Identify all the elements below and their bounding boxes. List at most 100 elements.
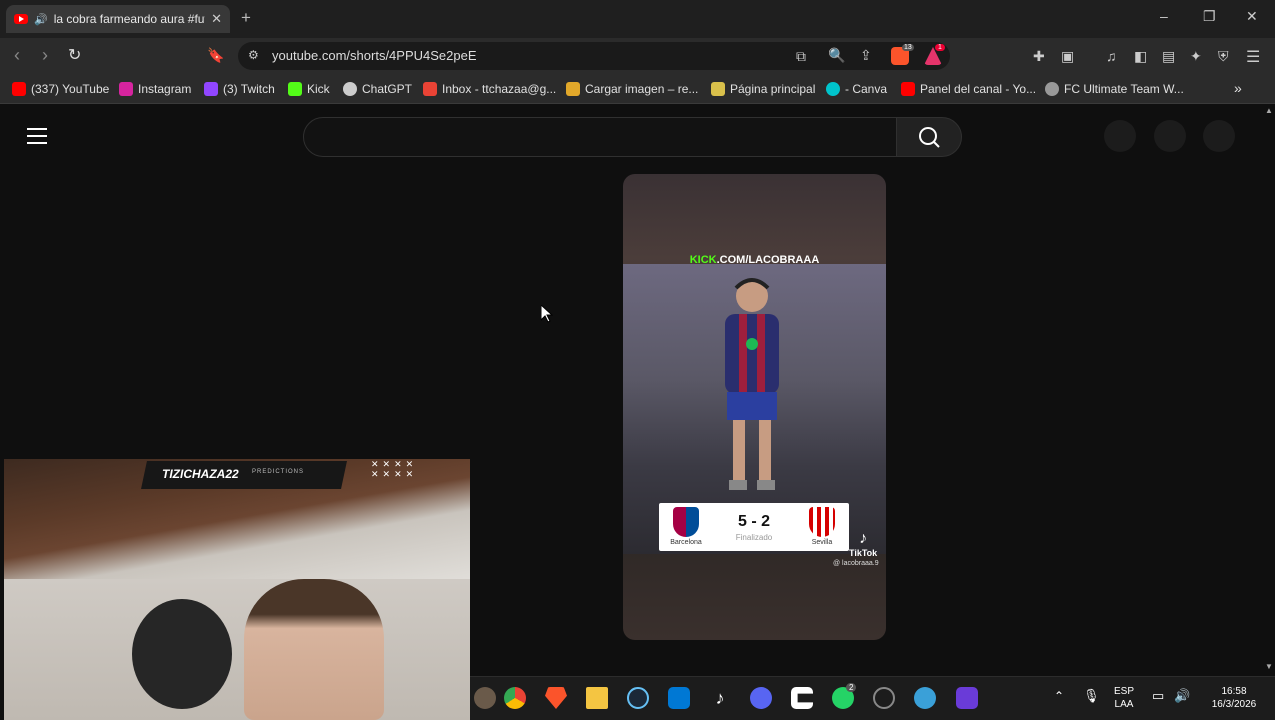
discord-icon[interactable] [750, 687, 772, 709]
store-icon[interactable] [668, 687, 690, 709]
music-icon[interactable]: ♫ [1106, 48, 1117, 64]
zoom-icon[interactable]: 🔍 [828, 47, 845, 64]
avatar[interactable] [1203, 120, 1235, 152]
microphone-icon [132, 599, 232, 709]
app-circle-icon[interactable] [873, 687, 895, 709]
microphone-tray-icon[interactable]: 🎙 [1083, 688, 1100, 704]
streamer-figure [725, 278, 779, 490]
volume-icon[interactable]: 🔊 [1174, 688, 1190, 704]
search-input[interactable] [303, 117, 897, 157]
bookmark-pagina-principal[interactable]: Página principal [711, 82, 815, 96]
youtube-icon [12, 82, 26, 96]
menu-hamburger-button[interactable] [27, 128, 47, 144]
clock[interactable]: 16:58 16/3/2026 [1205, 685, 1263, 711]
kick-icon [288, 82, 302, 96]
brave-shields-count: 13 [902, 44, 914, 51]
browser-globe-icon[interactable] [914, 687, 936, 709]
app-icon[interactable] [474, 687, 496, 709]
tiktok-icon: ♪ [859, 530, 868, 547]
bookmark-cargar-imagen[interactable]: Cargar imagen – re... [566, 82, 698, 96]
gmail-icon [423, 82, 437, 96]
mouse-cursor-icon [541, 305, 553, 323]
tab-active[interactable]: 🔊 la cobra farmeando aura #futbol ✕ [6, 5, 230, 33]
speaker-icon[interactable]: 🔊 [34, 13, 48, 26]
decorative-x-icon: ✕✕✕✕ ✕✕✕✕ [371, 459, 418, 479]
webcam-overlay: TIZICHAZA22 PREDICTIONS ✕✕✕✕ ✕✕✕✕ [4, 459, 470, 720]
taskbar: ♪ 2 ⌃ 🎙 ESP LAA ▭ 🔊 16:58 16/3/2026 [470, 676, 1275, 720]
create-button[interactable] [1104, 120, 1136, 152]
tiktok-app-icon[interactable]: ♪ [709, 687, 731, 709]
capcut-icon[interactable] [791, 687, 813, 709]
tray-chevron-up-icon[interactable]: ⌃ [1054, 689, 1064, 703]
bookmark-twitch[interactable]: (3) Twitch [204, 82, 275, 96]
notifications-button[interactable] [1154, 120, 1186, 152]
scroll-up-icon[interactable]: ▲ [1265, 106, 1273, 115]
image-upload-icon [566, 82, 580, 96]
wallet-icon[interactable]: ▤ [1162, 48, 1175, 65]
search-icon [919, 127, 940, 148]
vpn-icon[interactable]: ⛨ [1218, 48, 1229, 65]
new-tab-button[interactable]: + [241, 8, 251, 28]
minimize-button[interactable]: – [1160, 8, 1168, 24]
site-info-icon[interactable]: ⚙ [248, 48, 259, 62]
url-text[interactable]: youtube.com/shorts/4PPU4Se2peE [272, 48, 477, 63]
close-tab-icon[interactable]: ✕ [211, 11, 222, 27]
search-button[interactable] [896, 117, 962, 157]
instagram-icon [119, 82, 133, 96]
sidebar-icon[interactable]: ◧ [1134, 48, 1147, 65]
bookmark-chatgpt[interactable]: ChatGPT [343, 82, 412, 96]
bookmarks-bar: (337) YouTube Instagram (3) Twitch Kick … [0, 74, 1275, 104]
bookmark-instagram[interactable]: Instagram [119, 82, 191, 96]
leo-ai-icon[interactable]: ✦ [1190, 48, 1202, 65]
menu-icon[interactable]: ☰ [1246, 47, 1260, 67]
extensions-icon[interactable]: ✚ [1033, 48, 1045, 65]
brave-icon[interactable] [545, 687, 567, 709]
network-icon[interactable]: ▭ [1152, 688, 1164, 704]
address-bar[interactable]: ⚙ youtube.com/shorts/4PPU4Se2peE ⧉ 🔍 ⇪ 1… [238, 42, 950, 70]
share-icon[interactable]: ⇪ [860, 47, 872, 64]
scroll-down-icon[interactable]: ▼ [1265, 662, 1273, 671]
rewards-badge: 1 [935, 44, 945, 51]
away-team: Sevilla [797, 507, 847, 546]
forward-icon[interactable]: › [42, 45, 48, 66]
tab-strip: 🔊 la cobra farmeando aura #futbol ✕ + – … [0, 0, 1275, 38]
predictions-label: PREDICTIONS [252, 469, 305, 475]
youtube-icon [14, 14, 28, 24]
barcelona-crest-icon [673, 507, 699, 537]
bookmark-panel-canal[interactable]: Panel del canal - Yo... [901, 82, 1036, 96]
globe-icon [1045, 82, 1059, 96]
screenshot-icon[interactable]: ▣ [1061, 48, 1074, 65]
bookmark-canva[interactable]: - Canva [826, 82, 887, 96]
tiktok-handle: @ lacobraaa.9 [833, 560, 879, 567]
apps-grid-icon[interactable] [956, 687, 978, 709]
tiktok-watermark: ♪ TikTok [849, 530, 878, 558]
twitch-icon [204, 82, 218, 96]
language-indicator[interactable]: ESP LAA [1110, 685, 1138, 711]
short-video-player[interactable]: KICK.COM/LACOBRAAA Barcelona 5 - 2 Final… [623, 174, 886, 640]
steam-icon[interactable] [627, 687, 649, 709]
close-window-button[interactable]: ✕ [1246, 8, 1258, 25]
match-score: 5 - 2 [737, 513, 770, 530]
more-bookmarks-icon[interactable]: » [1234, 80, 1242, 96]
bookmark-gmail[interactable]: Inbox - ttchazaa@g... [423, 82, 556, 96]
bookmark-kick[interactable]: Kick [288, 82, 330, 96]
home-team: Barcelona [661, 507, 711, 546]
bookmark-icon[interactable]: 🔖 [207, 47, 224, 64]
bookmark-youtube[interactable]: (337) YouTube [12, 82, 109, 96]
back-icon[interactable]: ‹ [14, 45, 20, 66]
canva-icon [826, 82, 840, 96]
restore-button[interactable]: ❐ [1203, 8, 1216, 25]
file-explorer-icon[interactable] [586, 687, 608, 709]
navigation-bar: ‹ › ↻ 🔖 ⚙ youtube.com/shorts/4PPU4Se2peE… [0, 38, 1275, 74]
sevilla-crest-icon [809, 507, 835, 537]
open-external-icon[interactable]: ⧉ [796, 48, 806, 65]
bookmark-fc-ultimate[interactable]: FC Ultimate Team W... [1045, 82, 1184, 96]
match-status: Finalizado [735, 533, 773, 542]
scoreboard: Barcelona 5 - 2 Finalizado Sevilla [659, 503, 849, 551]
chatgpt-icon [343, 82, 357, 96]
webcam-wall [4, 579, 470, 720]
page-scrollbar[interactable]: ▲ ▼ [1262, 104, 1275, 676]
chrome-icon[interactable] [504, 687, 526, 709]
reload-icon[interactable]: ↻ [68, 45, 81, 65]
streamer-name: TIZICHAZA22 [162, 467, 239, 481]
